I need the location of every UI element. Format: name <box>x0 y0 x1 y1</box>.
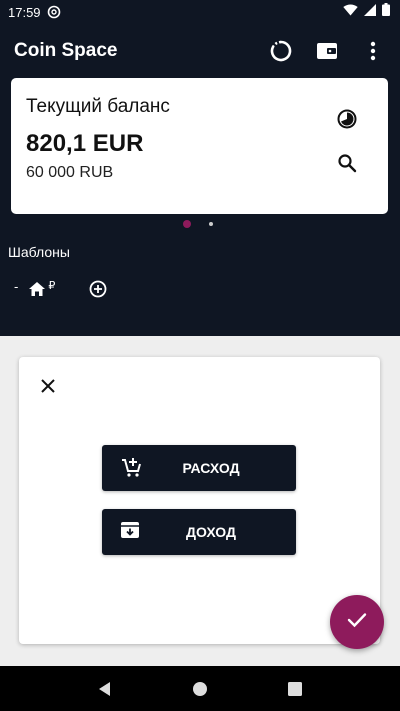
app-bar: Coin Space <box>0 24 400 78</box>
confirm-fab[interactable] <box>330 595 384 649</box>
archive-icon <box>120 520 140 545</box>
status-time: 17:59 <box>8 4 41 20</box>
recents-icon[interactable] <box>280 674 310 704</box>
template-currency: ₽ <box>48 279 56 292</box>
signal-icon <box>364 3 376 21</box>
more-vert-icon[interactable] <box>360 38 386 64</box>
home-icon[interactable] <box>28 281 46 297</box>
add-transaction-dialog: РАСХОД ДОХОД <box>19 357 380 644</box>
status-bar: 17:59 <box>0 0 400 24</box>
wifi-icon <box>343 3 358 21</box>
back-icon[interactable] <box>90 674 120 704</box>
home-circle-icon[interactable] <box>185 674 215 704</box>
expense-button[interactable]: РАСХОД <box>102 445 296 491</box>
page-indicator <box>183 220 213 228</box>
search-icon[interactable] <box>334 150 360 176</box>
wallet-icon[interactable] <box>314 38 340 64</box>
balance-amount: 820,1 EUR <box>26 130 144 157</box>
sync-icon[interactable] <box>268 38 294 64</box>
battery-icon <box>382 3 390 21</box>
cart-add-icon <box>120 456 142 483</box>
at-sign-icon <box>47 5 61 19</box>
add-circle-icon[interactable] <box>89 280 107 298</box>
template-prefix: - <box>14 278 19 294</box>
income-button[interactable]: ДОХОД <box>102 509 296 555</box>
check-icon <box>347 612 367 633</box>
balance-converted: 60 000 RUB <box>26 164 114 181</box>
balance-label: Текущий баланс <box>26 96 170 117</box>
close-icon[interactable] <box>35 373 61 399</box>
page-dot-active[interactable] <box>183 220 191 228</box>
templates-row: - ₽ <box>14 278 107 298</box>
templates-title: Шаблоны <box>8 244 70 260</box>
balance-card[interactable]: Текущий баланс 820,1 EUR 60 000 RUB <box>11 78 388 214</box>
page-dot[interactable] <box>209 222 213 226</box>
system-nav-bar <box>0 666 400 711</box>
app-title: Coin Space <box>14 40 118 61</box>
pie-chart-icon[interactable] <box>334 106 360 132</box>
